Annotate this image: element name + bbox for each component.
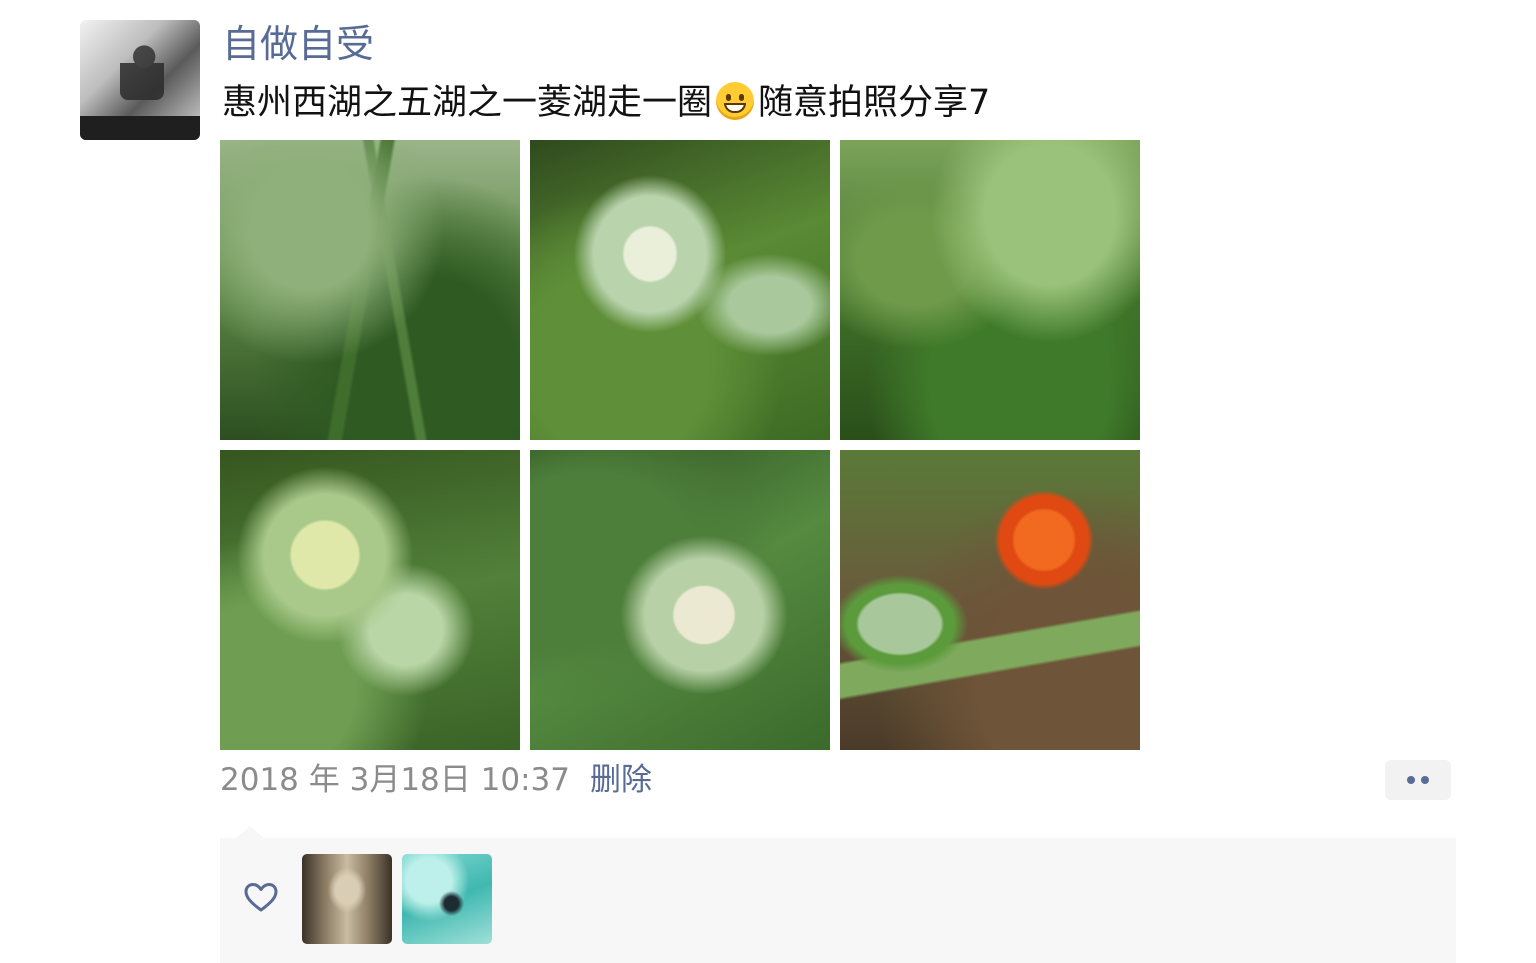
more-dots-icon (1407, 776, 1415, 784)
photo-2[interactable] (530, 140, 830, 440)
photo-4[interactable] (220, 450, 520, 750)
post-text: 惠州西湖之五湖之一菱湖走一圈 随意拍照分享7 (222, 80, 990, 126)
liker-avatar-1[interactable] (302, 854, 392, 944)
photo-1[interactable] (220, 140, 520, 440)
photo-5[interactable] (530, 450, 830, 750)
grinning-face-emoji-icon (716, 82, 755, 120)
user-avatar[interactable] (80, 20, 200, 140)
username[interactable]: 自做自受 (222, 22, 374, 66)
photo-grid (220, 140, 1140, 750)
post-text-part-1: 惠州西湖之五湖之一菱湖走一圈 (222, 83, 713, 123)
photo-3[interactable] (840, 140, 1140, 440)
post-meta: 2018 年 3月18日 10:37 删除 (220, 760, 652, 800)
avatar-caption-bar (80, 116, 200, 140)
delete-link[interactable]: 删除 (590, 762, 652, 798)
more-dots-icon (1421, 776, 1429, 784)
liker-avatar-2[interactable] (402, 854, 492, 944)
avatar-figure (120, 38, 164, 100)
timestamp: 2018 年 3月18日 10:37 (220, 762, 570, 798)
post-text-part-2: 随意拍照分享7 (758, 83, 991, 123)
like-panel-pointer (236, 826, 264, 838)
heart-icon[interactable] (244, 882, 278, 919)
more-button[interactable] (1385, 760, 1451, 800)
photo-6[interactable] (840, 450, 1140, 750)
